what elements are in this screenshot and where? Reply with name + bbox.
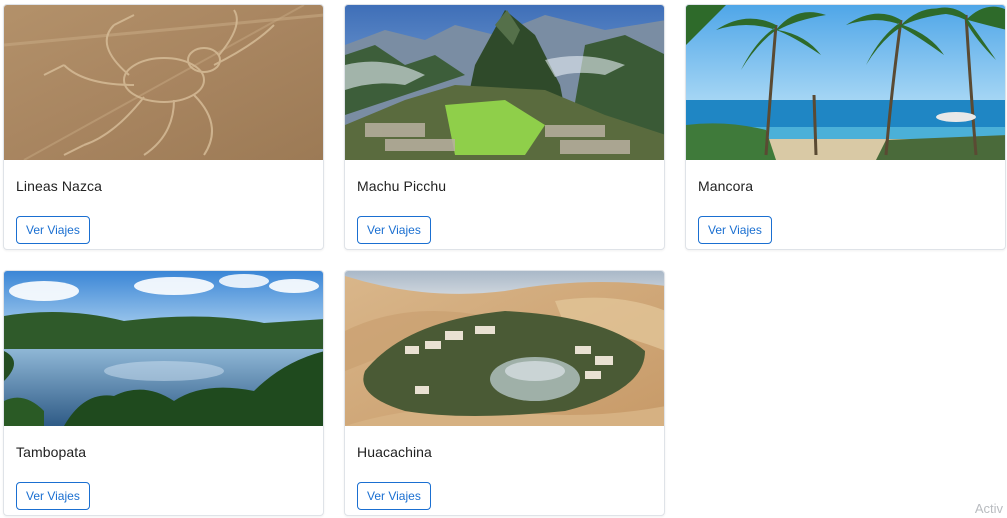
card-title: Mancora	[698, 178, 754, 194]
machu-picchu-photo	[345, 5, 664, 160]
ver-viajes-button[interactable]: Ver Viajes	[357, 482, 431, 510]
ver-viajes-button[interactable]: Ver Viajes	[357, 216, 431, 244]
ver-viajes-button[interactable]: Ver Viajes	[698, 216, 772, 244]
card-title: Tambopata	[16, 444, 87, 460]
activation-watermark: Activ	[974, 501, 1003, 516]
card-title: Machu Picchu	[357, 178, 447, 194]
ver-viajes-button[interactable]: Ver Viajes	[16, 216, 90, 244]
destination-card: Tambopata Ver Viajes	[3, 270, 324, 516]
card-title: Lineas Nazca	[16, 178, 103, 194]
nazca-lines-photo	[4, 5, 323, 160]
card-title: Huacachina	[357, 444, 432, 460]
tambopata-river-photo	[4, 271, 323, 426]
destination-card: Huacachina Ver Viajes	[344, 270, 665, 516]
destinations-grid: Lineas Nazca Ver Viajes Machu Picchu Ver…	[3, 4, 1006, 516]
destination-card: Lineas Nazca Ver Viajes	[3, 4, 324, 250]
destination-card: Machu Picchu Ver Viajes	[344, 4, 665, 250]
ver-viajes-button[interactable]: Ver Viajes	[16, 482, 90, 510]
mancora-beach-photo	[686, 5, 1005, 160]
destination-card: Mancora Ver Viajes	[685, 4, 1006, 250]
huacachina-oasis-photo	[345, 271, 664, 426]
